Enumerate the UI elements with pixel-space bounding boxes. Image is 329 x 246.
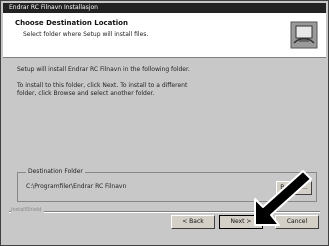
page-subtitle: Select folder where Setup will install f… <box>23 31 149 38</box>
header-panel: Choose Destination Location Select folde… <box>3 13 326 58</box>
back-button[interactable]: < Back <box>171 215 215 229</box>
instruction-line-1: To install to this folder, click Next. T… <box>17 82 188 89</box>
setup-computer-icon <box>290 21 318 49</box>
destination-path: C:\Programfiler\Endrar RC Filnavn <box>26 183 127 190</box>
title-bar: Endrar RC Filnavn Installasjon <box>3 3 326 13</box>
instruction-line-2: folder, click Browse and select another … <box>17 90 155 97</box>
install-info-text: Setup will install Endrar RC Filnavn in … <box>17 66 190 73</box>
page-title: Choose Destination Location <box>15 19 128 27</box>
destination-folder-label: Destination Folder <box>26 168 85 175</box>
arrow-pointer-icon <box>254 170 312 226</box>
window-title: Endrar RC Filnavn Installasjon <box>9 4 98 11</box>
installshield-brand: InstallShield <box>11 207 45 213</box>
installer-window: Endrar RC Filnavn Installasjon Choose De… <box>0 0 329 246</box>
